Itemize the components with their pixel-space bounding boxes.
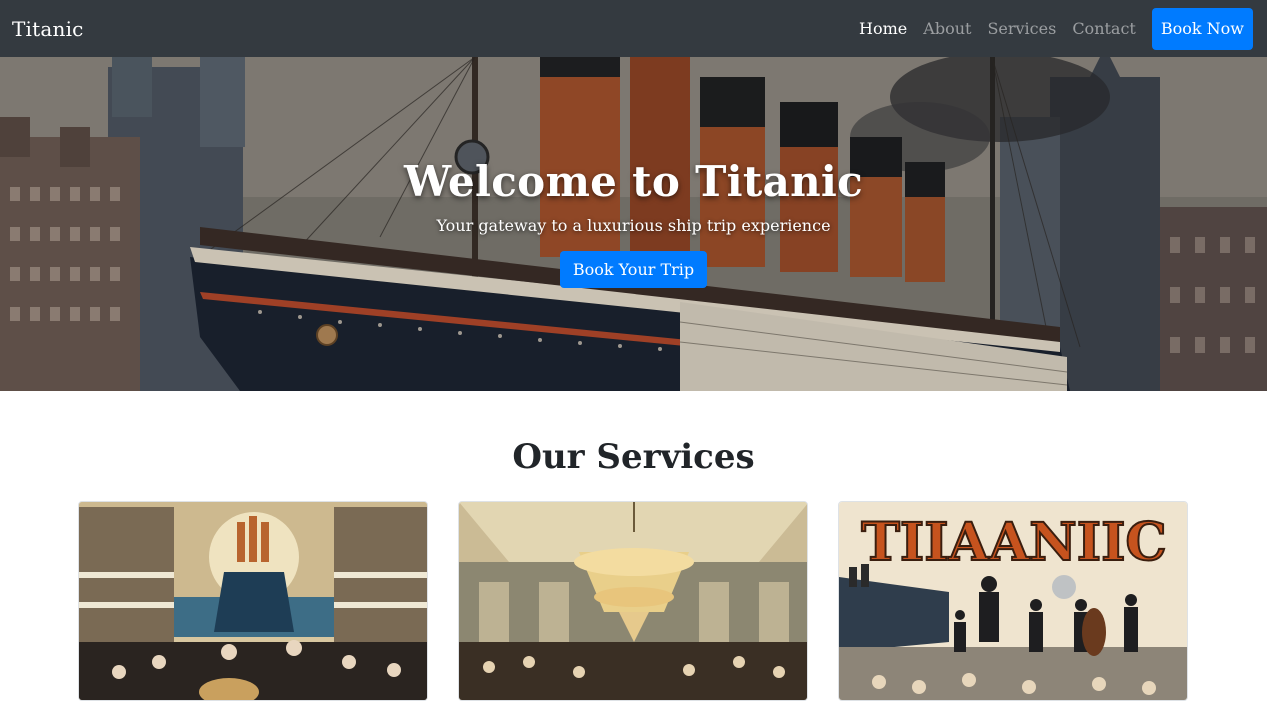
service-card-entertainment[interactable]: TIIAANIIC <box>838 501 1188 701</box>
services-heading: Our Services <box>512 437 755 477</box>
nav-link-contact[interactable]: Contact <box>1072 19 1136 38</box>
nav-link-services[interactable]: Services <box>987 19 1056 38</box>
hero-section: Welcome to Titanic Your gateway to a lux… <box>0 57 1267 391</box>
grand-ballroom-image <box>459 502 807 700</box>
brand-logo-link[interactable]: Titanic <box>12 17 84 41</box>
hero-content: Welcome to Titanic Your gateway to a lux… <box>0 57 1267 391</box>
entertainment-poster-image: TIIAANIIC <box>839 502 1187 700</box>
book-now-button[interactable]: Book Now <box>1151 7 1253 50</box>
nav-link-about[interactable]: About <box>923 19 971 38</box>
deck-dining-image <box>79 502 427 700</box>
top-navbar: Titanic Home About Services Contact Book… <box>0 0 1267 57</box>
service-card-ballroom[interactable] <box>458 501 808 701</box>
poster-title-text: TIIAANIIC <box>861 512 1167 573</box>
hero-subtitle: Your gateway to a luxurious ship trip ex… <box>436 216 831 235</box>
nav-links: Home About Services Contact Book Now <box>843 7 1253 50</box>
book-your-trip-button[interactable]: Book Your Trip <box>559 251 708 288</box>
hero-title: Welcome to Titanic <box>403 157 864 206</box>
nav-link-home[interactable]: Home <box>859 19 907 38</box>
service-card-dining[interactable] <box>78 501 428 701</box>
